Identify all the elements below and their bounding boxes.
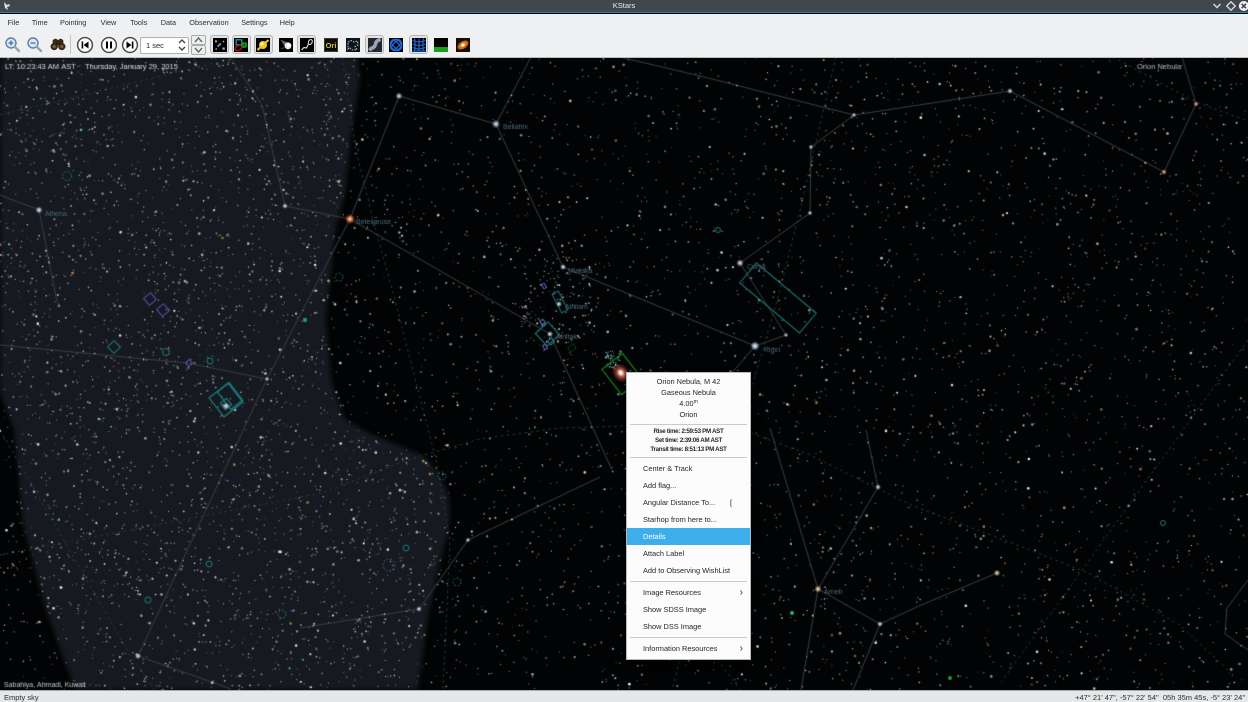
svg-text:Ori: Ori [325, 41, 336, 50]
